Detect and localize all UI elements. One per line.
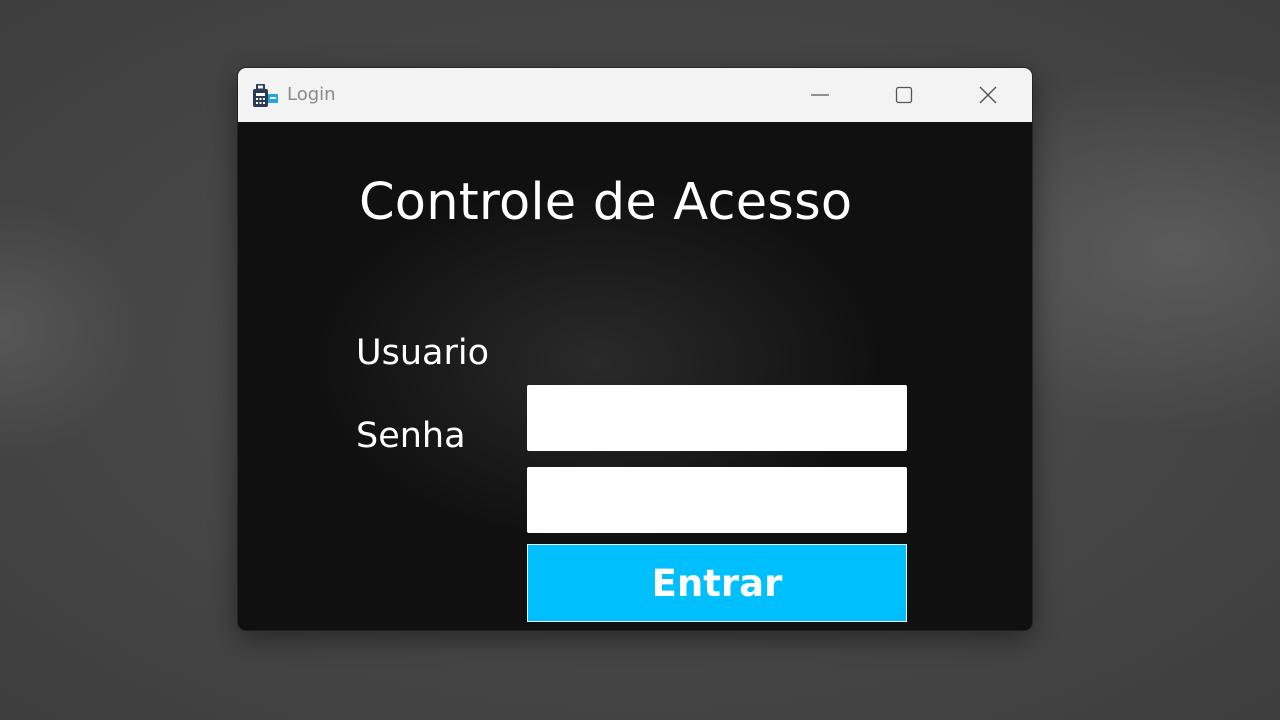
maximize-icon [895,86,913,104]
window-title: Login [287,84,336,105]
minimize-button[interactable] [778,68,862,122]
username-label: Usuario [356,333,490,373]
password-field[interactable] [527,467,907,533]
submit-button-label: Entrar [651,561,783,605]
login-window: Login Controle de Acesso Usuario Senha E… [238,68,1032,630]
maximize-button[interactable] [862,68,946,122]
password-label: Senha [356,416,466,456]
minimize-icon [811,94,829,96]
app-icon [251,82,279,108]
page-title: Controle de Acesso [359,173,853,232]
login-panel: Controle de Acesso Usuario Senha Entrar [238,122,1032,630]
title-bar[interactable]: Login [238,68,1032,122]
submit-button[interactable]: Entrar [527,544,907,622]
username-field[interactable] [527,385,907,451]
close-icon [979,86,997,104]
close-button[interactable] [946,68,1030,122]
